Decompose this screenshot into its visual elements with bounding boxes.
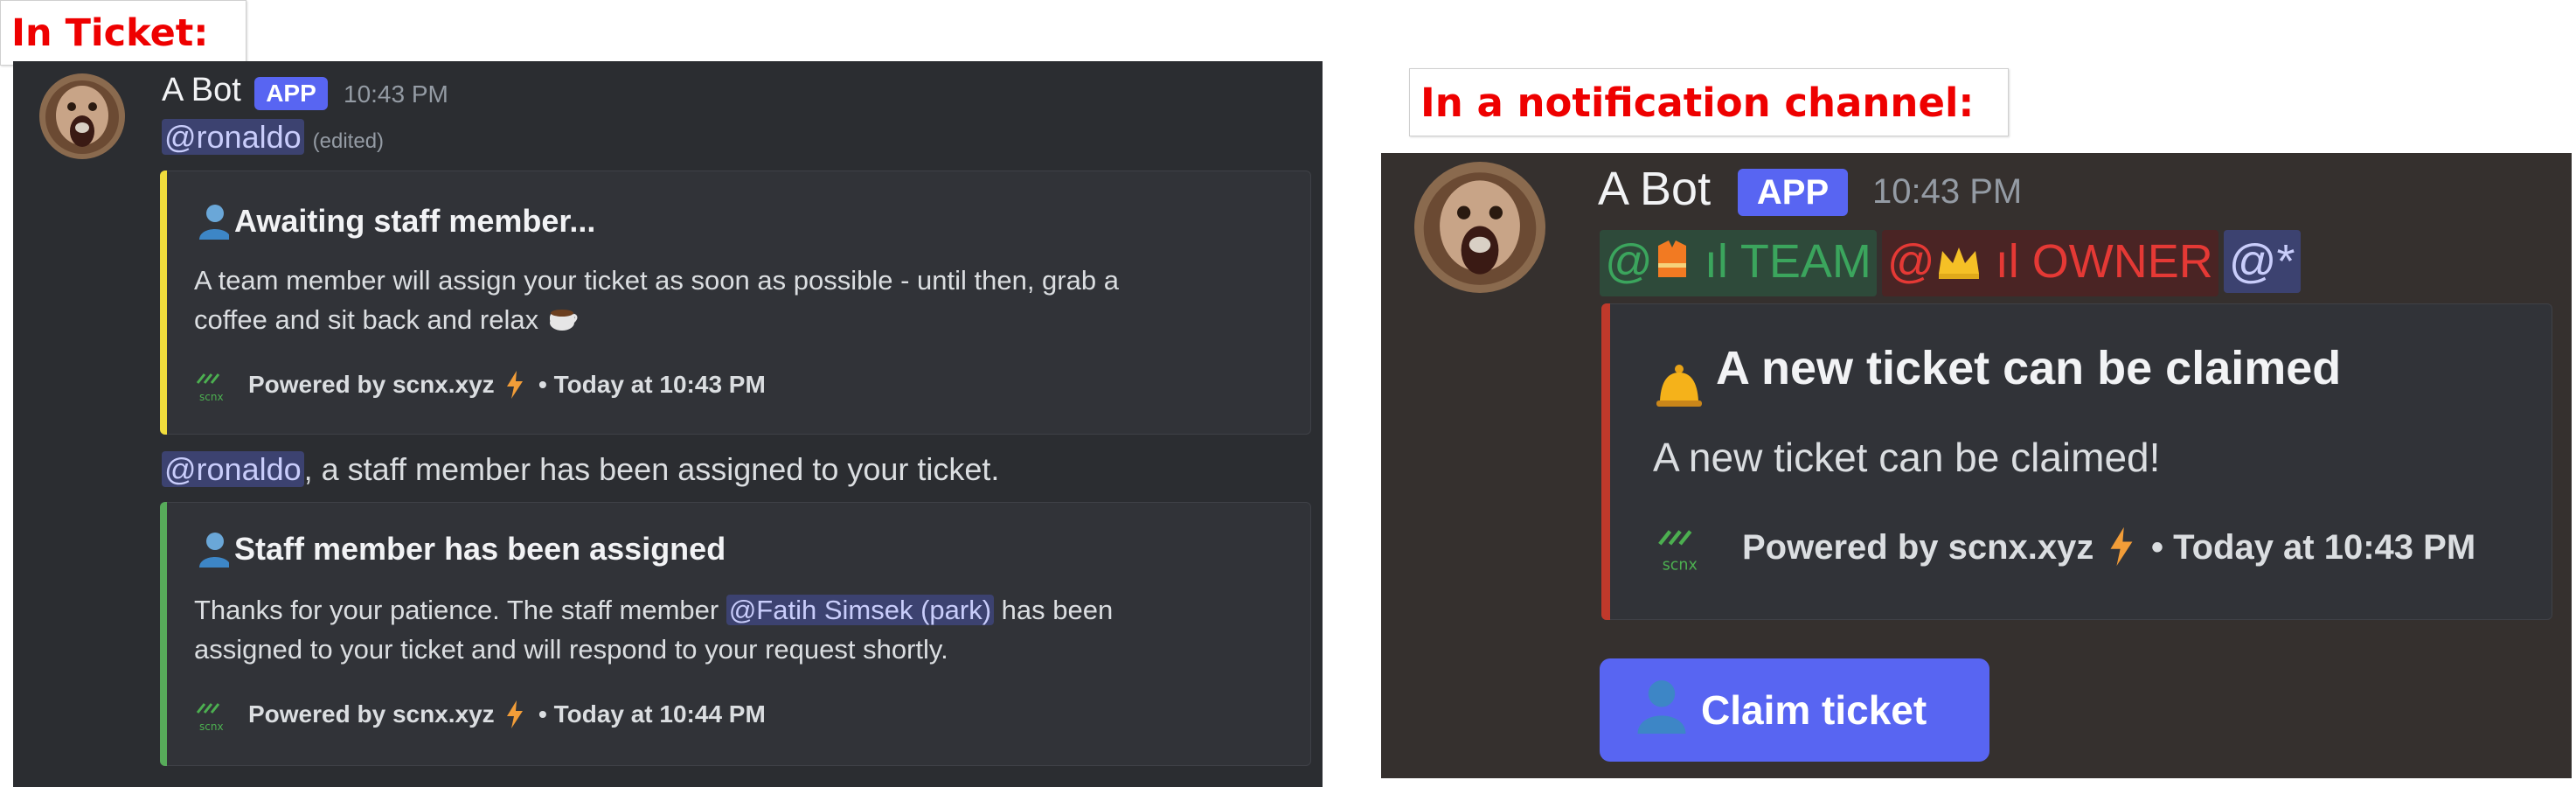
embed-staff-assigned: Staff member has been assigned Thanks fo… [160,502,1311,766]
message-timestamp: 10:43 PM [344,80,448,108]
embed-accent-bar [1601,303,1610,620]
embed-footer-time: • Today at 10:43 PM [2151,528,2476,567]
safety-vest-icon [1653,233,1691,296]
person-icon [194,531,231,572]
embed-description: A new ticket can be claimed! [1653,435,2161,480]
claim-ticket-button[interactable]: Claim ticket [1600,658,1989,762]
user-mention[interactable]: @ronaldo [162,119,304,155]
embed-description: Thanks for your patience. The staff memb… [194,595,1114,665]
embed-footer-time: • Today at 10:44 PM [538,700,766,728]
user-mention[interactable]: @ronaldo [162,451,304,487]
embed-description: A team member will assign your ticket as… [194,261,1119,344]
lightning-icon [503,699,526,735]
embed-ticket-claimable: A new ticket can be claimed A new ticket… [1601,303,2552,620]
coffee-icon [546,300,580,344]
embed-title: Awaiting staff member... [234,203,596,239]
embed-title: Staff member has been assigned [234,531,726,567]
notification-channel-label: In a notification channel: [1409,68,2009,136]
app-badge: APP [1738,169,1848,216]
lightning-icon [2106,525,2137,573]
bot-name[interactable]: A Bot [1598,162,1711,216]
role-mention-owner[interactable]: @ ıl OWNER [1881,230,2218,296]
person-icon [194,203,231,244]
message-timestamp: 10:43 PM [1872,172,2023,211]
svg-text:scnx: scnx [199,721,224,733]
embed-awaiting-staff: Awaiting staff member... A team member w… [160,171,1311,435]
bot-avatar[interactable] [39,73,125,159]
in-ticket-label: In Ticket: [0,0,246,66]
bot-avatar[interactable] [1414,162,1545,293]
monkey-avatar-icon [39,73,125,159]
role-mention-everyone[interactable]: @* [2223,230,2301,293]
embed-footer-text: Powered by scnx.xyz [248,700,495,728]
bot-name[interactable]: A Bot [162,72,241,109]
embed-title: A new ticket can be claimed [1716,342,2342,394]
assignment-message: @ronaldo, a staff member has been assign… [162,451,999,488]
svg-text:scnx: scnx [199,391,224,403]
edited-marker: (edited) [312,129,385,153]
scnx-logo: scnx [194,367,233,410]
scnx-logo: scnx [1655,521,1711,582]
notification-panel: A Bot APP 10:43 PM @ ıl TEAM @ ıl OWNER … [1381,153,2572,778]
staff-mention[interactable]: @Fatih Simsek (park) [726,595,995,625]
ticket-panel: A Bot APP 10:43 PM @ronaldo (edited) Awa… [13,61,1323,787]
crown-icon [1935,233,1982,296]
monkey-avatar-icon [1414,162,1545,293]
message-content: @ronaldo (edited) [162,119,384,156]
lightning-icon [503,369,526,405]
embed-accent-bar [160,171,167,435]
app-badge: APP [254,77,328,110]
embed-footer-time: • Today at 10:43 PM [538,371,766,398]
embed-accent-bar [160,502,167,766]
svg-text:scnx: scnx [1663,556,1698,574]
role-mention-team[interactable]: @ ıl TEAM [1600,230,1877,296]
role-mentions: @ ıl TEAM @ ıl OWNER @* [1600,230,2306,296]
embed-footer-text: Powered by scnx.xyz [1742,528,2094,567]
scnx-logo: scnx [194,697,233,740]
bell-icon [1653,362,1705,415]
person-icon [1635,678,1689,743]
embed-footer-text: Powered by scnx.xyz [248,371,495,398]
claim-ticket-label: Claim ticket [1701,687,1927,733]
